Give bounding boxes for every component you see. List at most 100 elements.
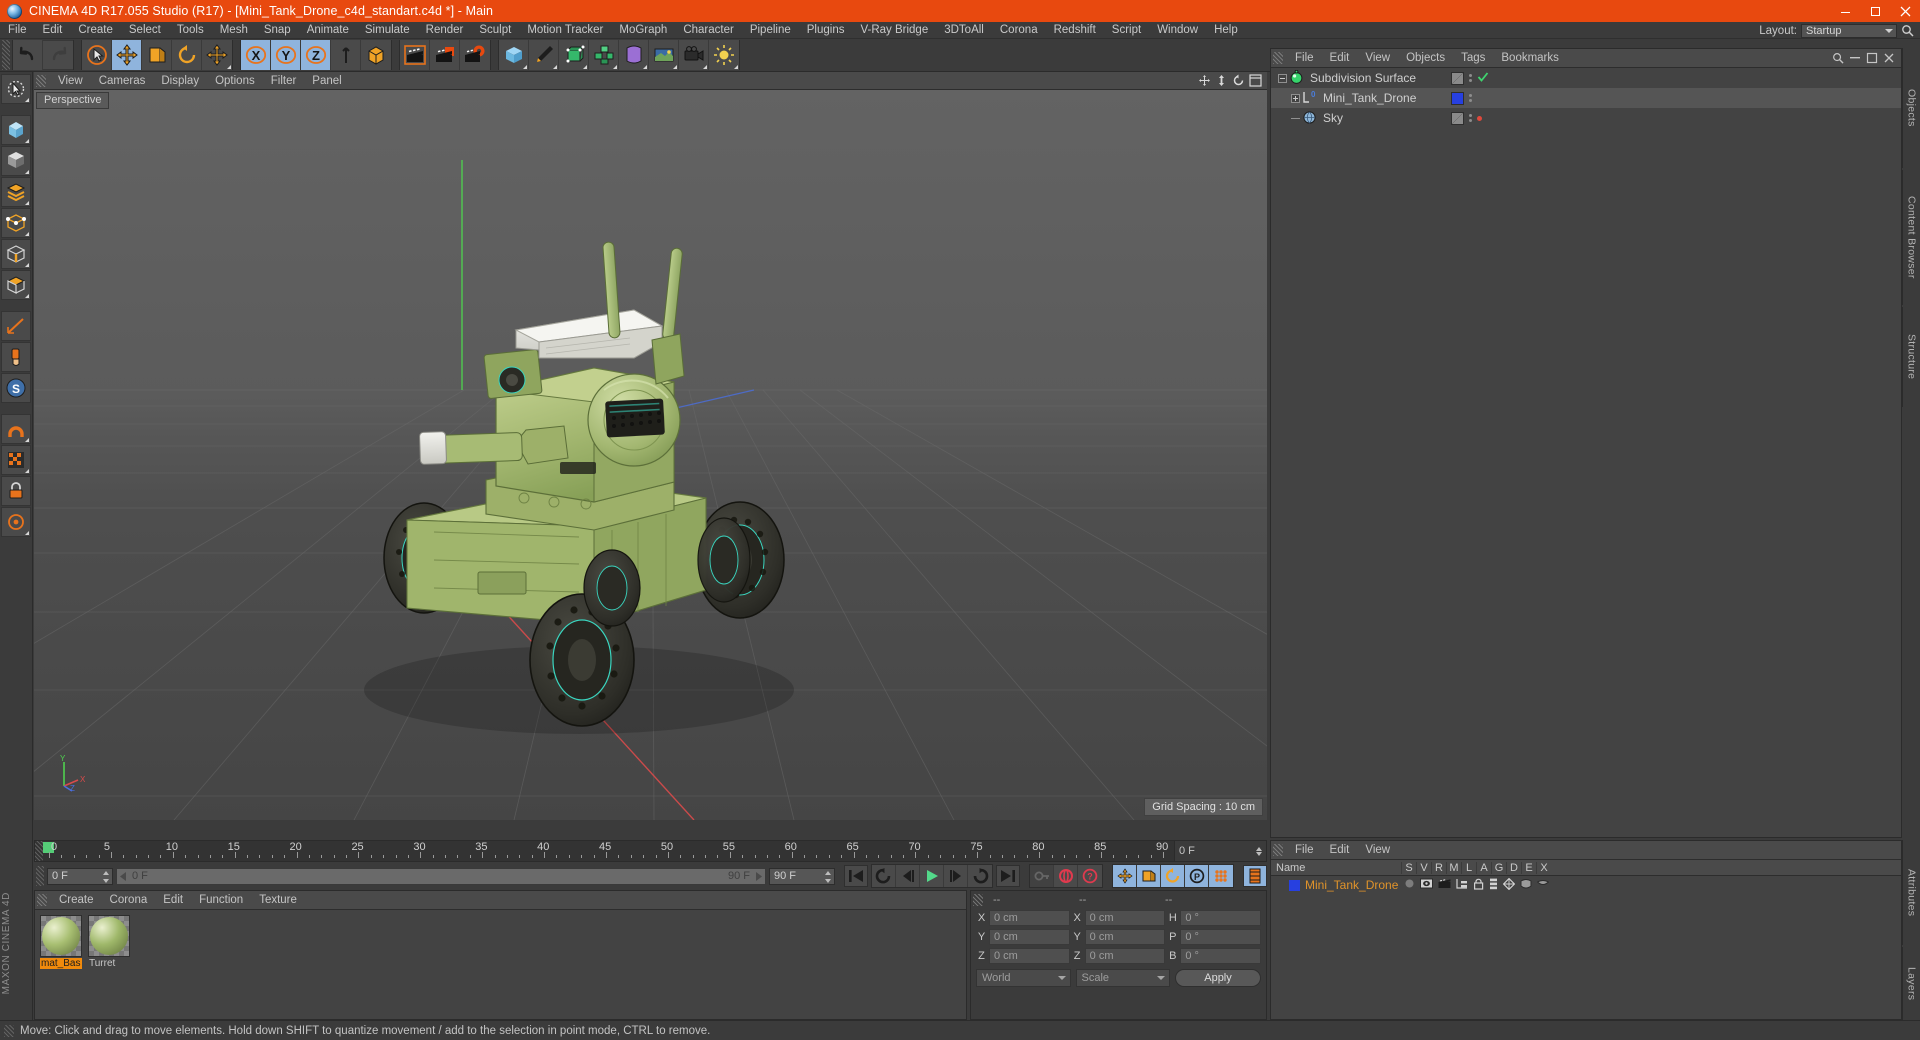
object-manager-menu-objects[interactable]: Objects (1398, 49, 1453, 68)
menu-item-v-ray-bridge[interactable]: V-Ray Bridge (852, 22, 936, 39)
animation-bars-icon[interactable] (1489, 878, 1498, 893)
key-param-icon[interactable]: P (1185, 865, 1209, 887)
layer-manager-grip[interactable] (1273, 844, 1283, 856)
visibility-dots-icon[interactable] (1469, 94, 1472, 102)
menu-item-motion-tracker[interactable]: Motion Tracker (519, 22, 611, 39)
axis-x-icon[interactable]: X (241, 40, 271, 70)
points-mode-icon[interactable] (1, 208, 31, 238)
vstrip-attributes[interactable]: Attributes (1902, 840, 1920, 945)
coord-input-rotation-p[interactable]: 0 ° (1180, 929, 1262, 945)
layer-column-l[interactable]: L (1461, 861, 1476, 874)
material-item[interactable]: mat_Bas (40, 915, 82, 1014)
dolly-icon[interactable] (1215, 74, 1228, 87)
object-manager-menu-file[interactable]: File (1287, 49, 1322, 68)
generator-diamond-icon[interactable] (1503, 877, 1516, 893)
layer-column-e[interactable]: E (1521, 861, 1536, 874)
layer-list[interactable]: Mini_Tank_Drone (1271, 876, 1901, 1019)
object-manager-menu-edit[interactable]: Edit (1322, 49, 1358, 68)
visibility-dots-icon[interactable] (1469, 74, 1472, 82)
previous-key-icon[interactable] (872, 865, 896, 887)
step-forward-icon[interactable] (944, 865, 968, 887)
object-manager-row[interactable]: Subdivision Surface (1271, 68, 1901, 88)
viewport-menu-grip[interactable] (36, 74, 46, 87)
tree-expander[interactable] (1288, 93, 1302, 103)
material-manager-menu-corona[interactable]: Corona (102, 891, 156, 910)
rotate-view-icon[interactable] (1232, 74, 1245, 87)
coord-input-size-z[interactable]: 0 cm (1084, 948, 1166, 964)
layer-color-tag[interactable] (1451, 91, 1464, 105)
material-name[interactable]: mat_Bas (40, 958, 82, 969)
search-icon[interactable] (1901, 24, 1914, 37)
viewport-view-label[interactable]: Perspective (36, 92, 110, 109)
minimize-button[interactable] (1830, 0, 1860, 22)
object-manager-grip[interactable] (1273, 52, 1283, 64)
key-rotation-icon[interactable] (1161, 865, 1185, 887)
current-frame-field[interactable]: 0 F (47, 867, 113, 885)
apply-button[interactable]: Apply (1175, 969, 1261, 987)
measure-icon[interactable] (1, 311, 31, 341)
move-alt-icon[interactable] (202, 40, 232, 70)
menu-item-redshift[interactable]: Redshift (1046, 22, 1104, 39)
object-manager-menu-tags[interactable]: Tags (1453, 49, 1493, 68)
layer-column-a[interactable]: A (1476, 861, 1491, 874)
object-manager-row[interactable]: 0 Mini_Tank_Drone (1271, 88, 1901, 108)
autokey-icon[interactable] (1030, 865, 1054, 887)
material-tag-icon[interactable] (1451, 71, 1464, 85)
layer-toggles[interactable] (1404, 877, 1550, 893)
lock-icon[interactable] (1, 476, 31, 506)
timeline-grip[interactable] (35, 841, 43, 861)
menu-item-3dtoall[interactable]: 3DToAll (936, 22, 992, 39)
menu-item-create[interactable]: Create (70, 22, 121, 39)
coord-input-position-x[interactable]: 0 cm (989, 910, 1070, 926)
go-to-end-icon[interactable] (996, 865, 1020, 887)
coord-input-position-y[interactable]: 0 cm (989, 929, 1070, 945)
snap-target-icon[interactable] (1, 507, 31, 537)
layer-column-r[interactable]: R (1431, 861, 1446, 874)
scale-tool-icon[interactable] (142, 40, 172, 70)
material-name[interactable]: Turret (88, 958, 130, 969)
menu-item-mesh[interactable]: Mesh (212, 22, 256, 39)
coordinates-grip[interactable] (973, 893, 983, 906)
menu-item-render[interactable]: Render (418, 22, 472, 39)
material-tag-icon[interactable] (1451, 111, 1464, 125)
menu-item-pipeline[interactable]: Pipeline (742, 22, 799, 39)
menu-item-plugins[interactable]: Plugins (799, 22, 853, 39)
lock-icon[interactable] (1473, 878, 1484, 893)
material-manager-grip[interactable] (37, 894, 47, 906)
layers-stack-icon[interactable] (1, 177, 31, 207)
layer-color-swatch[interactable] (1289, 879, 1300, 891)
render-clapper-icon[interactable] (1438, 878, 1451, 892)
viewport-menu-display[interactable]: Display (153, 72, 207, 90)
material-preview[interactable] (88, 915, 130, 957)
material-list[interactable]: mat_Bas Turret (35, 910, 966, 1019)
live-selection-icon[interactable] (1, 74, 31, 104)
select-cursor-icon[interactable] (82, 40, 112, 70)
search-icon[interactable] (1832, 52, 1844, 64)
polygons-mode-icon[interactable] (1, 270, 31, 300)
frame-range-scrubber[interactable]: 0 F 90 F (116, 867, 766, 885)
object-axis-icon[interactable] (361, 40, 391, 70)
viewport-menu-view[interactable]: View (50, 72, 91, 90)
autokeying-icon[interactable]: ? (1078, 865, 1102, 887)
menu-item-animate[interactable]: Animate (299, 22, 357, 39)
restore-panel-icon[interactable] (1866, 52, 1878, 64)
menu-item-corona[interactable]: Corona (992, 22, 1046, 39)
next-key-icon[interactable] (968, 865, 992, 887)
object-manager-menu-bookmarks[interactable]: Bookmarks (1493, 49, 1567, 68)
edges-mode-icon[interactable] (1, 239, 31, 269)
expand-plus-icon[interactable] (1290, 93, 1300, 103)
key-pla-icon[interactable] (1209, 865, 1233, 887)
range-right-handle-icon[interactable] (754, 871, 762, 881)
layer-column-s[interactable]: S (1401, 861, 1416, 874)
layer-column-name[interactable]: Name (1271, 862, 1401, 874)
layer-column-d[interactable]: D (1506, 861, 1521, 874)
timeline-view-icon[interactable] (1243, 865, 1267, 887)
toolbar-grip[interactable] (2, 40, 10, 70)
coord-input-size-y[interactable]: 0 cm (1084, 929, 1166, 945)
scene-environment-icon[interactable] (649, 40, 679, 70)
material-preview[interactable] (40, 915, 82, 957)
tree-expander[interactable] (1288, 117, 1302, 119)
object-tags[interactable] (1451, 88, 1472, 108)
menu-item-script[interactable]: Script (1104, 22, 1149, 39)
object-manager-list[interactable]: Subdivision Surface 0 Mini_Tank_Drone Sky (1271, 68, 1901, 837)
